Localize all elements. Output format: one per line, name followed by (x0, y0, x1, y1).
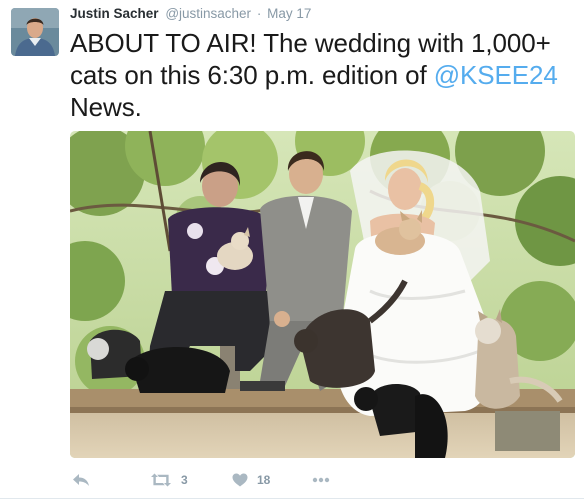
avatar-photo (11, 8, 59, 56)
mention-link[interactable]: @KSEE24 (434, 60, 558, 90)
more-button[interactable] (312, 468, 330, 492)
heart-icon (232, 473, 248, 487)
tweet-actions: 3 18 (70, 468, 430, 492)
reply-button[interactable] (72, 468, 90, 492)
wedding-cats-photo (70, 131, 575, 458)
tweet-text: ABOUT TO AIR! The wedding with 1,000+ ca… (70, 27, 570, 123)
tweet-photo[interactable] (70, 131, 575, 458)
more-dots-icon (312, 477, 330, 483)
author-username[interactable]: @justinsacher (165, 6, 251, 21)
retweet-icon (151, 473, 171, 487)
author-full-name[interactable]: Justin Sacher (70, 6, 159, 21)
tweet-timestamp[interactable]: May 17 (267, 6, 311, 21)
retweet-button[interactable]: 3 (150, 468, 188, 492)
retweet-count: 3 (181, 473, 188, 487)
tweet-card: Justin Sacher @justinsacher · May 17 ABO… (0, 0, 584, 499)
reply-icon (73, 474, 89, 486)
tweet-text-tail: News. (70, 92, 142, 122)
author-avatar[interactable] (11, 8, 59, 56)
header-separator: · (256, 6, 262, 21)
like-count: 18 (257, 473, 271, 487)
like-button[interactable]: 18 (232, 468, 270, 492)
tweet-header: Justin Sacher @justinsacher · May 17 (70, 5, 311, 23)
